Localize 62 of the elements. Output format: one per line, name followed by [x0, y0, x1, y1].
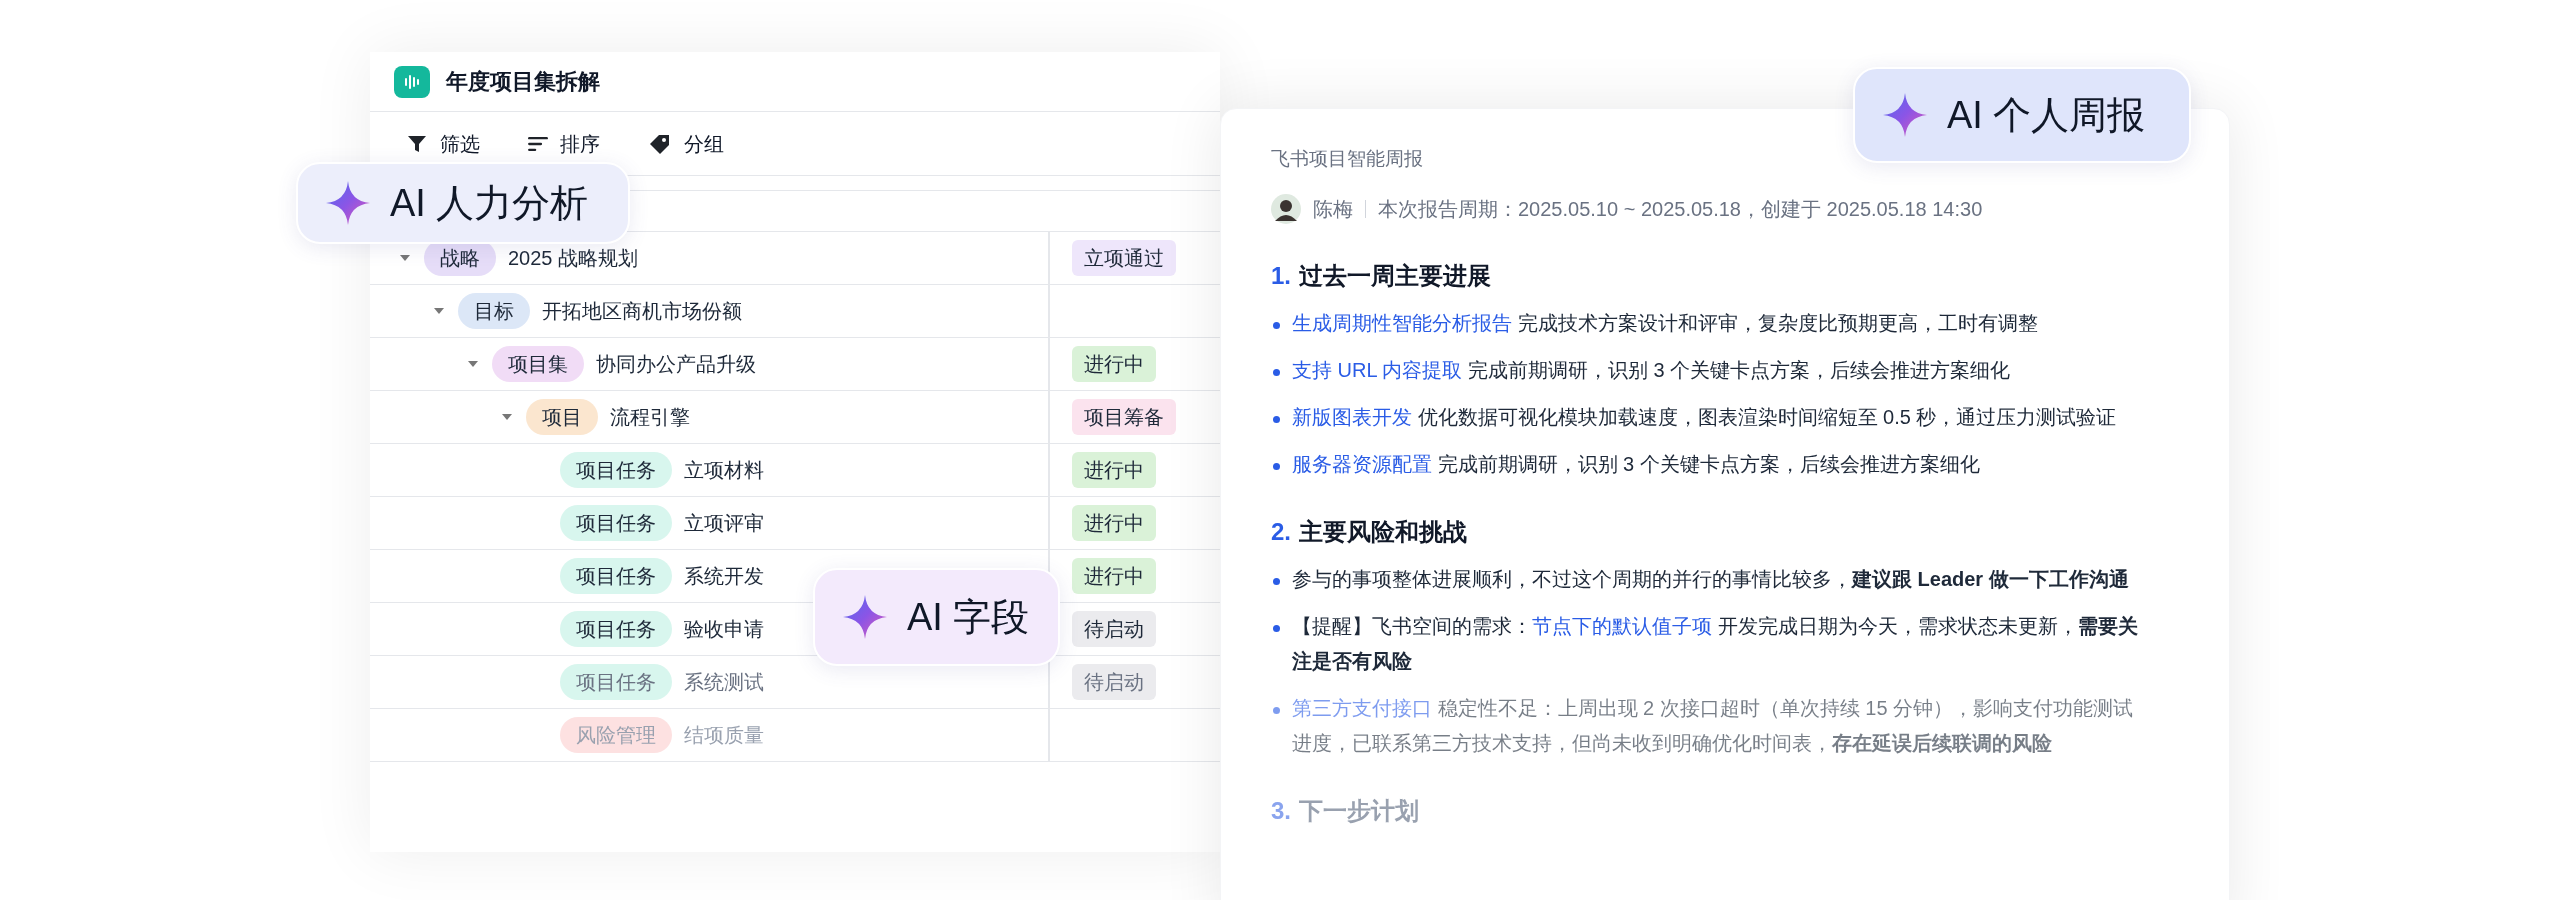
item-name: 流程引擎 [610, 405, 690, 430]
section-heading: 过去一周主要进展 [1299, 260, 1491, 291]
type-tag: 目标 [458, 293, 530, 329]
item-link[interactable]: 生成周期性智能分析报告 [1292, 311, 1512, 334]
status-tag: 进行中 [1072, 452, 1156, 488]
ai-feature-badge: AI 个人周报 [1853, 67, 2191, 163]
group-button[interactable]: 分组 [648, 128, 724, 159]
report-title: 飞书项目智能周报 [1271, 147, 1424, 171]
item-name: 2025 战略规划 [508, 246, 639, 271]
sparkle-icon [843, 595, 887, 639]
item-name: 系统开发 [684, 564, 764, 589]
report-paragraph: 第三方支付接口 稳定性不足：上周出现 2 次接口超时（单次持续 15 分钟），影响支付功能测试进度，已联系第三方技术支持，但尚未收到明确优化时间表，存在延误后续联调的风险 [1292, 695, 2135, 756]
item-name: 验收申请 [684, 617, 764, 642]
item-link[interactable]: 新版图表开发 [1292, 405, 1412, 428]
sparkle-icon [326, 181, 370, 225]
report-paragraph: 支持 URL 内容提取 完成前期调研，识别 3 个关键卡点方案，后续会推进方案细化 [1292, 357, 2012, 383]
item-link[interactable]: 服务器资源配置 [1292, 452, 1432, 475]
item-name: 立项材料 [684, 458, 764, 483]
type-tag: 项目任务 [560, 452, 672, 488]
status-tag: 项目筹备 [1072, 399, 1176, 435]
type-tag: 项目任务 [560, 611, 672, 647]
type-tag: 项目任务 [560, 558, 672, 594]
author-name: 陈梅 [1313, 196, 1353, 222]
item-link[interactable]: 支持 URL 内容提取 [1292, 358, 1463, 381]
type-tag: 风险管理 [560, 717, 672, 753]
item-name: 结项质量 [684, 723, 764, 748]
item-name: 开拓地区商机市场份额 [542, 299, 742, 324]
status-tag: 待启动 [1072, 611, 1156, 647]
report-paragraph: 参与的事项整体进展顺利，不过这个周期的并行的事情比较多，建议跟 Leader 做一下工作沟通 [1292, 566, 2130, 592]
status-tag: 待启动 [1072, 664, 1156, 700]
status-tag: 进行中 [1072, 558, 1156, 594]
tag-icon [648, 132, 672, 155]
sort-icon [528, 136, 548, 151]
avatar-icon [1271, 193, 1301, 224]
sort-button[interactable]: 排序 [528, 128, 600, 159]
window-title: 年度项目集拆解 [446, 68, 600, 96]
section-number: 2. [1271, 516, 1291, 547]
ai-feature-badge: AI 人力分析 [296, 162, 630, 244]
item-link[interactable]: 节点下的默认值子项 [1532, 614, 1712, 637]
filter-button[interactable]: 筛选 [406, 128, 480, 159]
report-paragraph: 生成周期性智能分析报告 完成技术方案设计和评审，复杂度比预期更高，工时有调整 [1292, 310, 2039, 336]
section-number: 3. [1271, 795, 1291, 826]
report-paragraph: 【提醒】飞书空间的需求：节点下的默认值子项 开发完成日期为今天，需求状态未更新，需要关注是否有风险 [1292, 613, 2139, 674]
report-meta: 本次报告周期：2025.05.10 ~ 2025.05.18，创建于 2025.05.18 14:30 [1378, 196, 1983, 222]
section-number: 1. [1271, 260, 1291, 291]
report-paragraph: 新版图表开发 优化数据可视化模块加载速度，图表渲染时间缩短至 0.5 秒，通过压力测试验证 [1292, 404, 2118, 430]
section-heading: 下一步计划 [1299, 795, 1419, 826]
type-tag: 项目集 [492, 346, 584, 382]
ai-feature-badge: AI 字段 [813, 568, 1060, 666]
type-tag: 项目 [526, 399, 598, 435]
status-tag: 进行中 [1072, 346, 1156, 382]
item-name: 协同办公产品升级 [596, 352, 756, 377]
type-tag: 项目任务 [560, 505, 672, 541]
item-name: 立项评审 [684, 511, 764, 536]
section-heading: 主要风险和挑战 [1299, 516, 1467, 547]
report-paragraph: 服务器资源配置 完成前期调研，识别 3 个关键卡点方案，后续会推进方案细化 [1292, 451, 1981, 477]
sparkle-icon [1883, 93, 1927, 137]
status-tag: 进行中 [1072, 505, 1156, 541]
app-logo-icon [394, 65, 430, 98]
type-tag: 项目任务 [560, 664, 672, 700]
item-name: 系统测试 [684, 670, 764, 695]
status-tag: 立项通过 [1072, 240, 1176, 276]
